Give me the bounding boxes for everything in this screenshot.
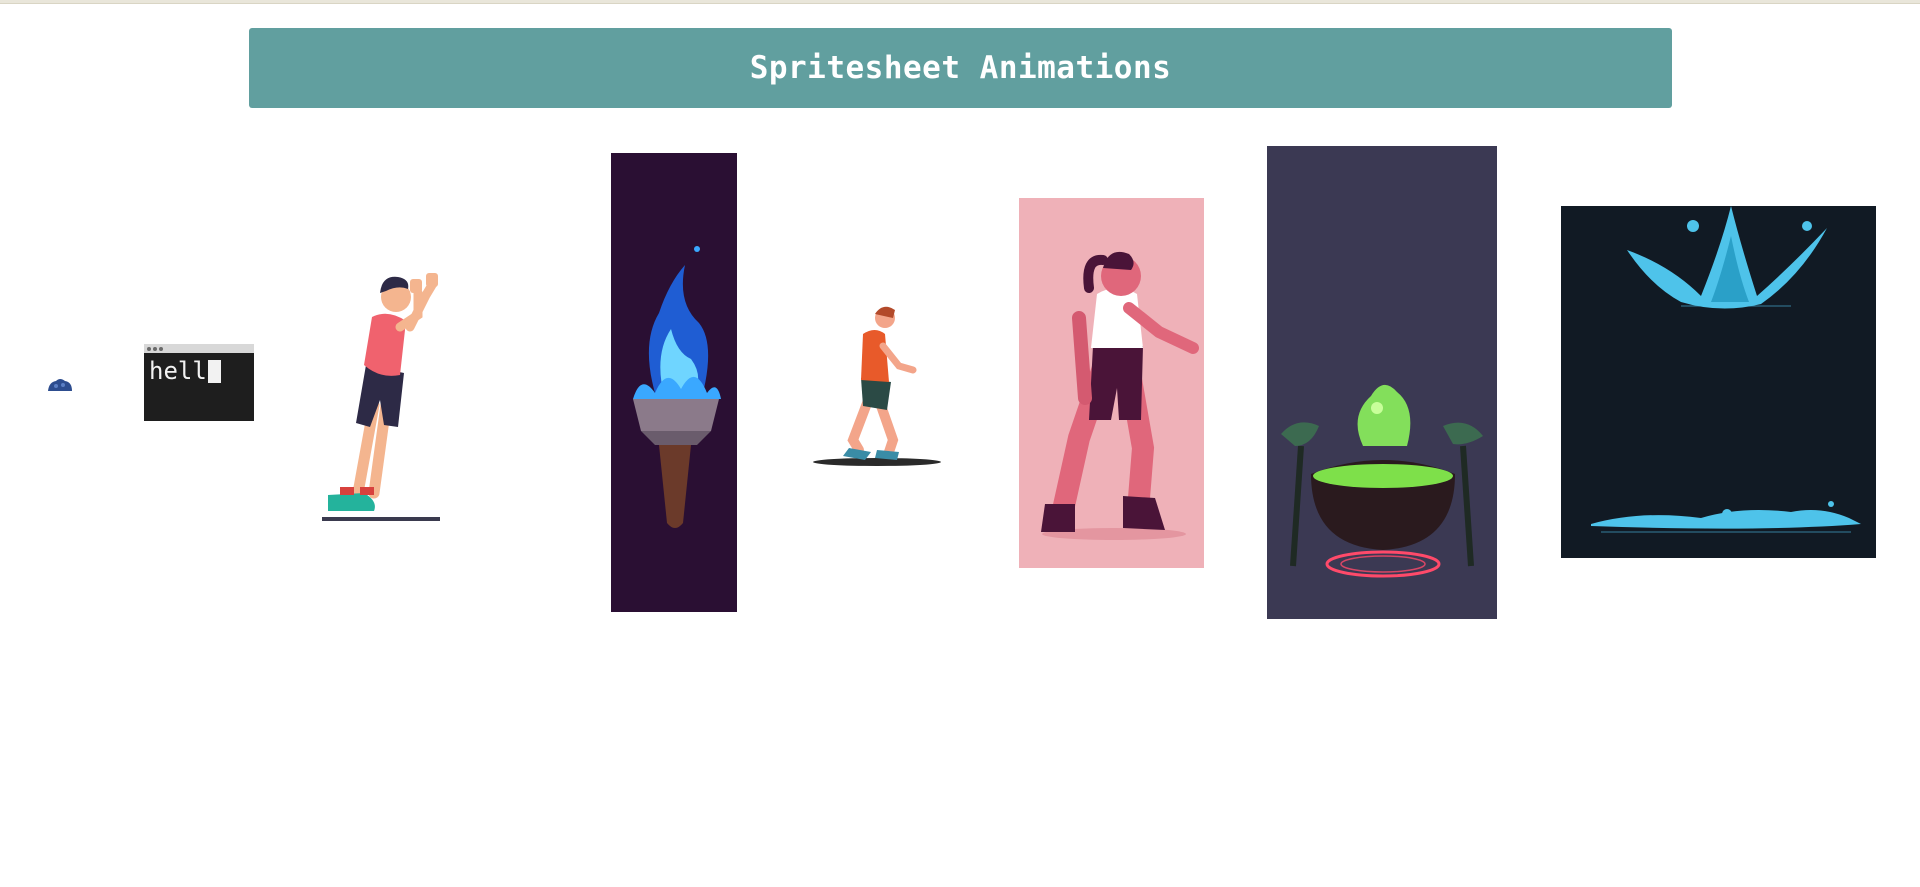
window-dot-icon: [147, 346, 151, 351]
blob-sprite: [46, 376, 74, 392]
pushing-man-sprite: [314, 255, 484, 525]
typing-terminal-sprite: hell: [144, 344, 254, 421]
running-man-sprite: [813, 300, 943, 468]
blue-flame-torch-sprite: [611, 153, 737, 612]
window-dot-icon: [159, 346, 163, 351]
page-title: Spritesheet Animations: [749, 50, 1172, 86]
walking-woman-sprite: [1019, 198, 1204, 568]
terminal-text: hell: [149, 357, 207, 385]
terminal-title-bar: [144, 344, 254, 353]
witch-cauldron-sprite: [1267, 146, 1497, 619]
water-splash-sprite: [1561, 206, 1876, 558]
top-border: [0, 0, 1920, 4]
window-dot-icon: [153, 346, 157, 351]
cursor-block-icon: [207, 359, 221, 383]
page-header: Spritesheet Animations: [249, 28, 1672, 108]
